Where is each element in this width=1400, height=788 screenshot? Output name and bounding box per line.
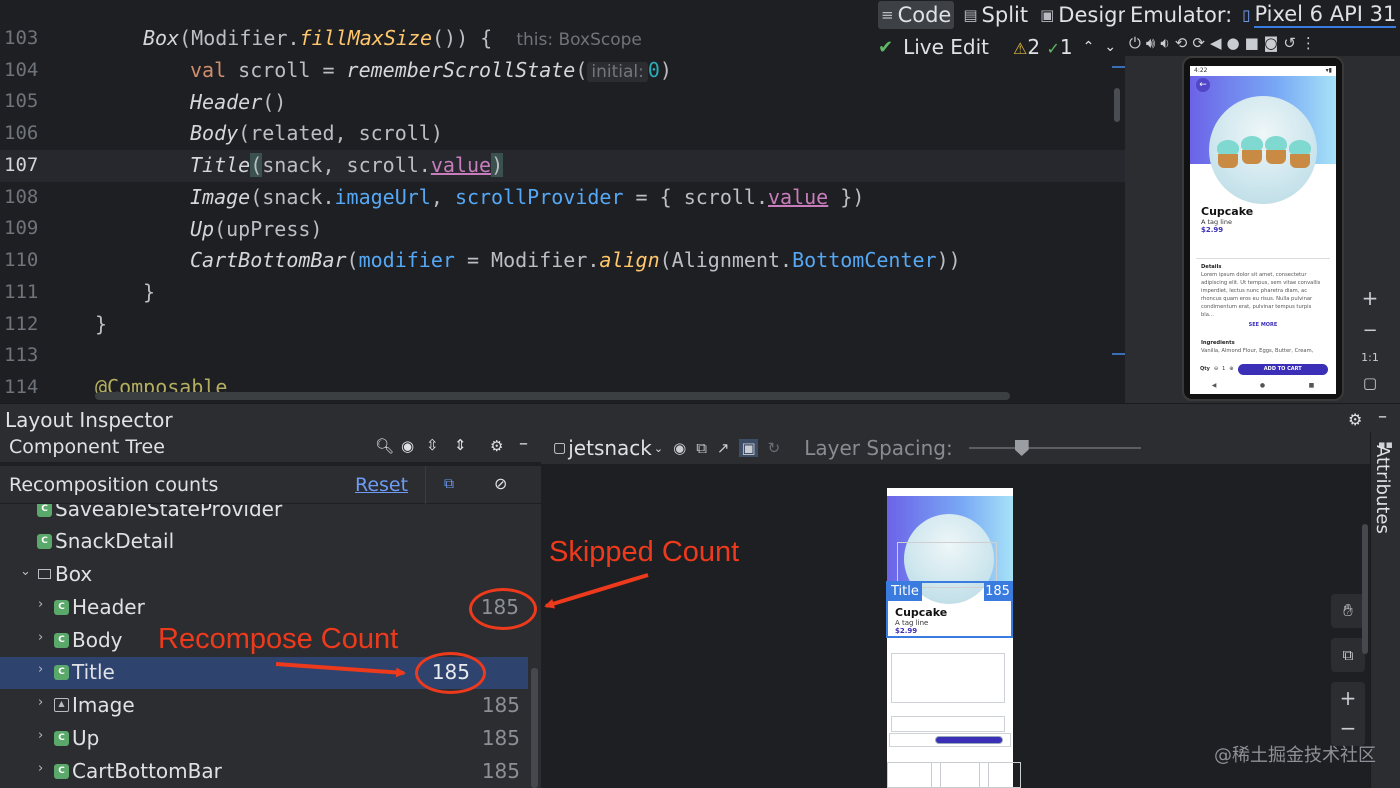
annotation-arrows (275, 573, 649, 678)
skipped-arrow (544, 573, 649, 609)
watermark: @稀土掘金技术社区 (1214, 745, 1376, 766)
recompose-arrow (275, 662, 406, 678)
